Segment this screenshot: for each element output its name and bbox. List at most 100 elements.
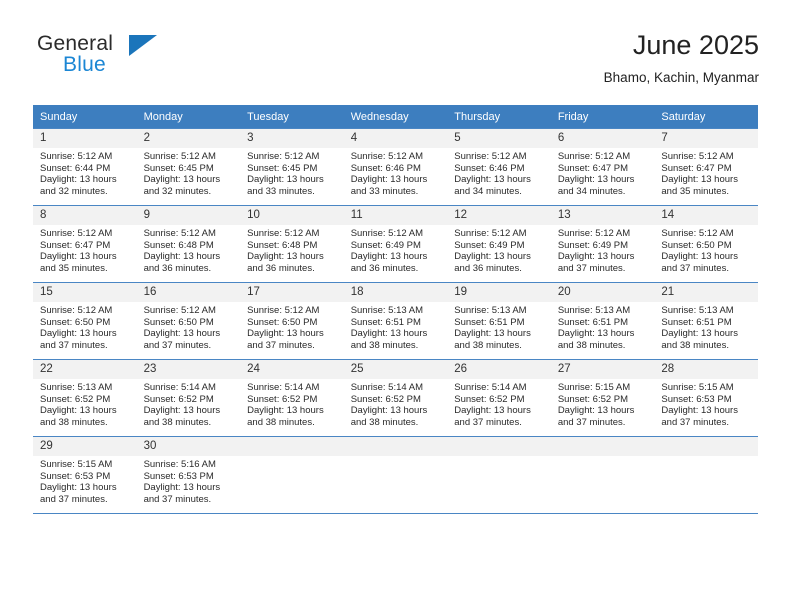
calendar-day-cell[interactable]: 8 Sunrise: 5:12 AM Sunset: 6:47 PM Daylight…: [33, 205, 137, 283]
day-number: 5: [447, 129, 551, 148]
daylight-text-line2: and 36 minutes.: [247, 262, 315, 274]
calendar-day-cell[interactable]: 13 Sunrise: 5:12 AM Sunset: 6:49 PM Dayligh…: [550, 205, 655, 283]
day-number: 16: [136, 283, 241, 302]
day-details: Sunrise: 5:15 AM Sunset: 6:52 PM Daylight:…: [551, 379, 655, 428]
day-details: Sunrise: 5:12 AM Sunset: 6:44 PM Daylight:…: [33, 148, 137, 197]
sunrise-text: Sunrise: 5:12 AM: [143, 305, 216, 316]
daylight-text-line1: Daylight: 13 hours: [661, 174, 738, 186]
sunrise-text: Sunrise: 5:12 AM: [40, 228, 113, 239]
calendar-day-cell[interactable]: 20 Sunrise: 5:13 AM Sunset: 6:51 PM Dayligh…: [550, 282, 655, 360]
day-number: [240, 437, 344, 456]
daylight-text-line2: and 35 minutes.: [661, 185, 729, 197]
day-details: Sunrise: 5:12 AM Sunset: 6:46 PM Daylight:…: [447, 148, 551, 197]
sunset-text: Sunset: 6:46 PM: [350, 162, 421, 174]
calendar-day-cell[interactable]: 27 Sunrise: 5:15 AM Sunset: 6:52 PM Dayligh…: [550, 359, 655, 437]
calendar-day-cell[interactable]: 15 Sunrise: 5:12 AM Sunset: 6:50 PM Dayligh…: [33, 282, 137, 360]
day-number: 27: [550, 360, 655, 379]
page-subtitle: Bhamo, Kachin, Myanmar: [603, 70, 759, 85]
daylight-text-line2: and 32 minutes.: [143, 185, 212, 197]
daylight-text-line2: and 37 minutes.: [40, 339, 108, 351]
daylight-text-line1: Daylight: 13 hours: [350, 251, 428, 263]
day-number: 28: [654, 360, 758, 379]
calendar-day-cell[interactable]: 4 Sunrise: 5:12 AM Sunset: 6:46 PM Daylight…: [343, 128, 448, 206]
sunset-text: Sunset: 6:51 PM: [350, 316, 421, 328]
calendar-day-cell[interactable]: 7 Sunrise: 5:12 AM Sunset: 6:47 PM Daylight…: [654, 128, 758, 206]
day-details: Sunrise: 5:12 AM Sunset: 6:48 PM Daylight:…: [137, 225, 241, 274]
calendar-day-cell-empty: [654, 436, 758, 514]
daylight-text-line2: and 38 minutes.: [143, 416, 212, 428]
day-number: 22: [33, 360, 137, 379]
daylight-text-line1: Daylight: 13 hours: [143, 405, 221, 417]
daylight-text-line1: Daylight: 13 hours: [40, 251, 117, 263]
general-blue-logo[interactable]: General Blue: [33, 32, 233, 90]
sunrise-text: Sunrise: 5:15 AM: [661, 382, 734, 393]
sunrise-text: Sunrise: 5:12 AM: [557, 151, 631, 162]
sunset-text: Sunset: 6:52 PM: [40, 393, 111, 405]
sunset-text: Sunset: 6:47 PM: [661, 162, 732, 174]
calendar-day-cell[interactable]: 26 Sunrise: 5:14 AM Sunset: 6:52 PM Dayligh…: [447, 359, 551, 437]
sun-times-calendar: Sunday Monday Tuesday Wednesday Thursday…: [33, 105, 758, 514]
calendar-day-cell[interactable]: 2 Sunrise: 5:12 AM Sunset: 6:45 PM Daylight…: [136, 128, 241, 206]
day-details: Sunrise: 5:12 AM Sunset: 6:45 PM Daylight:…: [137, 148, 241, 197]
day-number: 18: [343, 283, 448, 302]
calendar-day-cell[interactable]: 30 Sunrise: 5:16 AM Sunset: 6:53 PM Dayligh…: [136, 436, 241, 514]
sunrise-text: Sunrise: 5:15 AM: [40, 459, 113, 470]
day-details: Sunrise: 5:12 AM Sunset: 6:47 PM Daylight:…: [33, 225, 137, 274]
calendar-day-cell[interactable]: 1 Sunrise: 5:12 AM Sunset: 6:44 PM Daylight…: [33, 128, 137, 206]
weekday-header-row: Sunday Monday Tuesday Wednesday Thursday…: [33, 105, 758, 129]
sunrise-text: Sunrise: 5:12 AM: [350, 151, 424, 162]
calendar-day-cell[interactable]: 19 Sunrise: 5:13 AM Sunset: 6:51 PM Dayligh…: [447, 282, 551, 360]
daylight-text-line2: and 38 minutes.: [350, 339, 419, 351]
daylight-text-line1: Daylight: 13 hours: [247, 405, 324, 417]
calendar-day-cell[interactable]: 9 Sunrise: 5:12 AM Sunset: 6:48 PM Daylight…: [136, 205, 241, 283]
calendar-day-cell[interactable]: 14 Sunrise: 5:12 AM Sunset: 6:50 PM Dayligh…: [654, 205, 758, 283]
daylight-text-line1: Daylight: 13 hours: [40, 405, 117, 417]
calendar-day-cell[interactable]: 18 Sunrise: 5:13 AM Sunset: 6:51 PM Dayligh…: [343, 282, 448, 360]
calendar-day-cell[interactable]: 3 Sunrise: 5:12 AM Sunset: 6:45 PM Daylight…: [240, 128, 344, 206]
daylight-text-line1: Daylight: 13 hours: [350, 405, 428, 417]
day-number: 23: [136, 360, 241, 379]
day-details: Sunrise: 5:12 AM Sunset: 6:50 PM Daylight:…: [654, 225, 758, 274]
calendar-day-cell[interactable]: 16 Sunrise: 5:12 AM Sunset: 6:50 PM Dayligh…: [136, 282, 241, 360]
calendar-day-cell[interactable]: 10 Sunrise: 5:12 AM Sunset: 6:48 PM Dayligh…: [240, 205, 344, 283]
calendar-day-cell[interactable]: 21 Sunrise: 5:13 AM Sunset: 6:51 PM Dayligh…: [654, 282, 758, 360]
calendar-day-cell[interactable]: 28 Sunrise: 5:15 AM Sunset: 6:53 PM Dayligh…: [654, 359, 758, 437]
calendar-day-cell[interactable]: 6 Sunrise: 5:12 AM Sunset: 6:47 PM Daylight…: [550, 128, 655, 206]
calendar-day-cell[interactable]: 25 Sunrise: 5:14 AM Sunset: 6:52 PM Dayligh…: [343, 359, 448, 437]
daylight-text-line2: and 38 minutes.: [247, 416, 315, 428]
calendar-day-cell[interactable]: 22 Sunrise: 5:13 AM Sunset: 6:52 PM Dayligh…: [33, 359, 137, 437]
calendar-day-cell[interactable]: 29 Sunrise: 5:15 AM Sunset: 6:53 PM Dayligh…: [33, 436, 137, 514]
calendar-day-cell[interactable]: 12 Sunrise: 5:12 AM Sunset: 6:49 PM Dayligh…: [447, 205, 551, 283]
daylight-text-line1: Daylight: 13 hours: [557, 328, 635, 340]
day-number: 10: [240, 206, 344, 225]
sunrise-text: Sunrise: 5:14 AM: [247, 382, 320, 393]
daylight-text-line1: Daylight: 13 hours: [350, 328, 428, 340]
daylight-text-line1: Daylight: 13 hours: [454, 405, 531, 417]
sunset-text: Sunset: 6:50 PM: [143, 316, 214, 328]
sunrise-text: Sunrise: 5:12 AM: [661, 228, 734, 239]
daylight-text-line1: Daylight: 13 hours: [40, 174, 117, 186]
calendar-day-cell[interactable]: 5 Sunrise: 5:12 AM Sunset: 6:46 PM Daylight…: [447, 128, 551, 206]
daylight-text-line1: Daylight: 13 hours: [143, 251, 221, 263]
day-number: 29: [33, 437, 137, 456]
daylight-text-line2: and 38 minutes.: [661, 339, 729, 351]
calendar-day-cell[interactable]: 17 Sunrise: 5:12 AM Sunset: 6:50 PM Dayligh…: [240, 282, 344, 360]
daylight-text-line1: Daylight: 13 hours: [40, 482, 117, 494]
daylight-text-line1: Daylight: 13 hours: [557, 174, 635, 186]
daylight-text-line2: and 38 minutes.: [557, 339, 626, 351]
calendar-day-cell[interactable]: 23 Sunrise: 5:14 AM Sunset: 6:52 PM Dayligh…: [136, 359, 241, 437]
day-number: [343, 437, 448, 456]
calendar-day-cell[interactable]: 24 Sunrise: 5:14 AM Sunset: 6:52 PM Dayligh…: [240, 359, 344, 437]
calendar-day-cell[interactable]: 11 Sunrise: 5:12 AM Sunset: 6:49 PM Dayligh…: [343, 205, 448, 283]
calendar-day-cell-empty: [550, 436, 655, 514]
day-number: [550, 437, 655, 456]
sunrise-text: Sunrise: 5:12 AM: [350, 228, 424, 239]
day-details: Sunrise: 5:13 AM Sunset: 6:51 PM Daylight:…: [344, 302, 448, 351]
sunset-text: Sunset: 6:53 PM: [143, 470, 214, 482]
day-number: 24: [240, 360, 344, 379]
daylight-text-line2: and 37 minutes.: [454, 416, 522, 428]
sunset-text: Sunset: 6:48 PM: [247, 239, 318, 251]
day-details: [654, 456, 758, 459]
calendar-week-row: 1 Sunrise: 5:12 AM Sunset: 6:44 PM Daylight…: [33, 128, 758, 206]
daylight-text-line1: Daylight: 13 hours: [143, 482, 221, 494]
